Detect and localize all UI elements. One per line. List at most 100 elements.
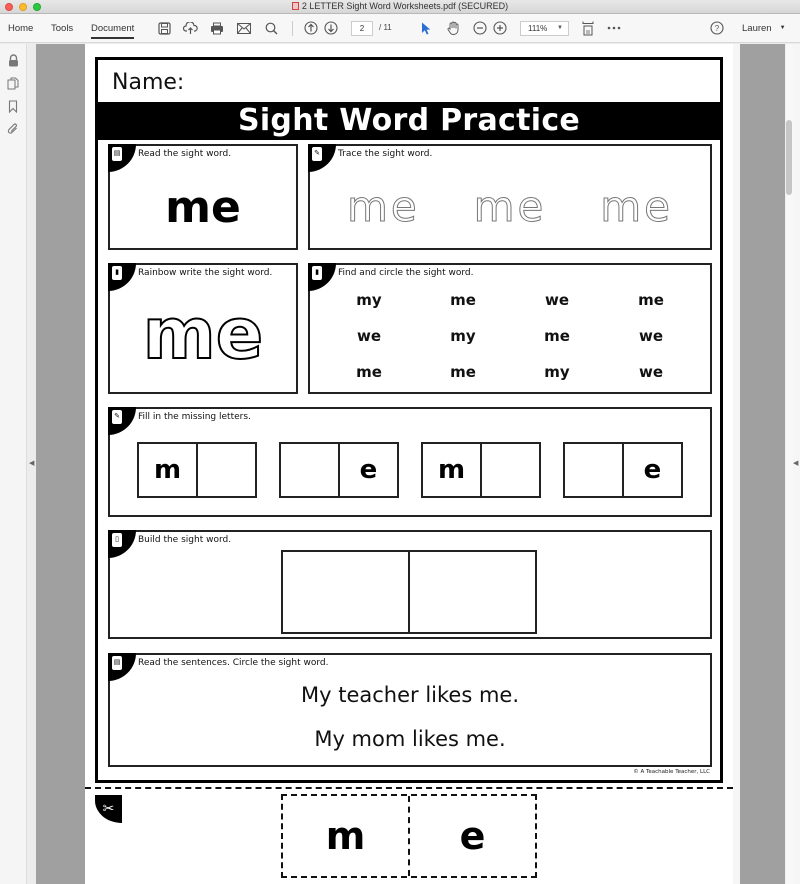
- window-title: 2 LETTER Sight Word Worksheets.pdf (SECU…: [0, 1, 800, 11]
- worksheet: Name: Sight Word Practice ▤ Read the sig…: [95, 57, 723, 783]
- name-label: Name:: [112, 70, 185, 95]
- tab-home[interactable]: Home: [8, 23, 33, 34]
- letter-cell[interactable]: [565, 444, 622, 496]
- fill-section: ✎ Fill in the missing letters. m e m e: [108, 407, 712, 517]
- grid-word[interactable]: we: [322, 325, 416, 347]
- letter-pair: e: [279, 442, 399, 498]
- pdf-page: Name: Sight Word Practice ▤ Read the sig…: [85, 44, 733, 884]
- book-icon: ▤: [112, 656, 122, 670]
- pencil-icon: ✎: [112, 410, 122, 424]
- read-instruction: Read the sight word.: [138, 149, 232, 159]
- rainbow-instruction: Rainbow write the sight word.: [138, 268, 273, 278]
- hand-icon[interactable]: [445, 20, 461, 36]
- section-badge: ✎: [308, 144, 336, 172]
- letter-cell[interactable]: [480, 444, 539, 496]
- trace-word: me: [473, 182, 547, 232]
- grid-word[interactable]: my: [322, 289, 416, 311]
- cutout-letter[interactable]: m: [283, 796, 408, 876]
- save-icon[interactable]: [156, 20, 172, 36]
- grid-word[interactable]: me: [510, 325, 604, 347]
- window-titlebar: 2 LETTER Sight Word Worksheets.pdf (SECU…: [0, 0, 800, 14]
- collapse-left-panel-icon[interactable]: ◀: [29, 459, 34, 467]
- crayon-icon: ▮: [312, 266, 322, 280]
- pencil-icon: ✎: [312, 147, 322, 161]
- section-badge: ▯: [108, 530, 136, 558]
- user-name: Lauren: [742, 23, 772, 34]
- sentences-section: ▤ Read the sentences. Circle the sight w…: [108, 653, 712, 767]
- trace-section: ✎ Trace the sight word. me me me: [308, 144, 712, 250]
- trace-word: me: [600, 182, 674, 232]
- page-number-input[interactable]: [351, 21, 373, 36]
- bookmark-icon[interactable]: [6, 99, 20, 113]
- select-arrow-icon[interactable]: [418, 20, 434, 36]
- letter-cell[interactable]: [196, 444, 255, 496]
- letter-cell[interactable]: m: [423, 444, 480, 496]
- sentence: My mom likes me.: [314, 727, 506, 751]
- letter-cutouts: m e: [281, 794, 537, 878]
- letter-cell[interactable]: m: [139, 444, 196, 496]
- build-slot[interactable]: [283, 552, 408, 632]
- collapse-right-panel-icon[interactable]: ◀: [793, 459, 798, 467]
- build-section: ▯ Build the sight word.: [108, 530, 712, 639]
- sight-word: me: [165, 182, 241, 233]
- word-grid: my me we me we my me we me me my we: [322, 289, 698, 383]
- grid-word[interactable]: me: [416, 361, 510, 383]
- letter-pair: m: [137, 442, 257, 498]
- help-icon[interactable]: ?: [709, 20, 725, 36]
- copyright-text: © A Teachable Teacher, LLC: [633, 769, 710, 775]
- find-section: ▮ Find and circle the sight word. my me …: [308, 263, 712, 394]
- more-icon[interactable]: [606, 20, 622, 36]
- svg-text:?: ?: [715, 24, 720, 33]
- print-icon[interactable]: [209, 20, 225, 36]
- attachment-icon[interactable]: [6, 122, 20, 136]
- grid-word[interactable]: we: [510, 289, 604, 311]
- grid-word[interactable]: me: [416, 289, 510, 311]
- left-sidebar: [0, 44, 27, 884]
- section-badge: ▤: [108, 653, 136, 681]
- fit-page-icon[interactable]: [580, 20, 596, 36]
- chevron-down-icon: ▼: [557, 25, 563, 31]
- letter-pair: e: [563, 442, 683, 498]
- tab-tools[interactable]: Tools: [51, 23, 73, 34]
- section-badge: ▮: [108, 263, 136, 291]
- build-slot[interactable]: [408, 552, 535, 632]
- section-badge: ▤: [108, 144, 136, 172]
- pdf-file-icon: [291, 2, 299, 10]
- zoom-level-value: 111%: [528, 24, 548, 33]
- sentence: My teacher likes me.: [301, 683, 519, 707]
- pages-icon[interactable]: [6, 76, 20, 90]
- zoom-level-dropdown[interactable]: 111% ▼: [520, 21, 569, 36]
- crayon-icon: ▮: [112, 266, 122, 280]
- letter-cell[interactable]: [281, 444, 338, 496]
- grid-word[interactable]: me: [604, 289, 698, 311]
- email-icon[interactable]: [236, 20, 252, 36]
- find-instruction: Find and circle the sight word.: [338, 268, 474, 278]
- page-up-icon[interactable]: [303, 20, 319, 36]
- cut-line: [85, 787, 733, 789]
- cutout-letter[interactable]: e: [408, 796, 535, 876]
- zoom-in-icon[interactable]: [492, 20, 508, 36]
- search-icon[interactable]: [263, 20, 279, 36]
- grid-word[interactable]: we: [604, 361, 698, 383]
- scrollbar-thumb[interactable]: [786, 120, 792, 195]
- zoom-out-icon[interactable]: [472, 20, 488, 36]
- grid-word[interactable]: my: [510, 361, 604, 383]
- window-title-text: 2 LETTER Sight Word Worksheets.pdf (SECU…: [301, 1, 509, 11]
- tab-document[interactable]: Document: [91, 23, 135, 39]
- chevron-down-icon: ▼: [779, 25, 786, 31]
- upload-cloud-icon[interactable]: [182, 20, 198, 36]
- lock-icon[interactable]: [6, 53, 20, 67]
- letter-cell[interactable]: e: [622, 444, 681, 496]
- page-down-icon[interactable]: [323, 20, 339, 36]
- trace-word: me: [346, 182, 420, 232]
- toolbar-divider: [292, 21, 293, 36]
- main-toolbar: Home Tools Document / 11 111% ▼: [0, 14, 800, 43]
- section-badge: ▮: [308, 263, 336, 291]
- letter-cell[interactable]: e: [338, 444, 397, 496]
- grid-word[interactable]: we: [604, 325, 698, 347]
- letter-pair: m: [421, 442, 541, 498]
- worksheet-title: Sight Word Practice: [98, 102, 720, 140]
- grid-word[interactable]: my: [416, 325, 510, 347]
- user-menu[interactable]: Lauren ▼: [742, 23, 786, 34]
- grid-word[interactable]: me: [322, 361, 416, 383]
